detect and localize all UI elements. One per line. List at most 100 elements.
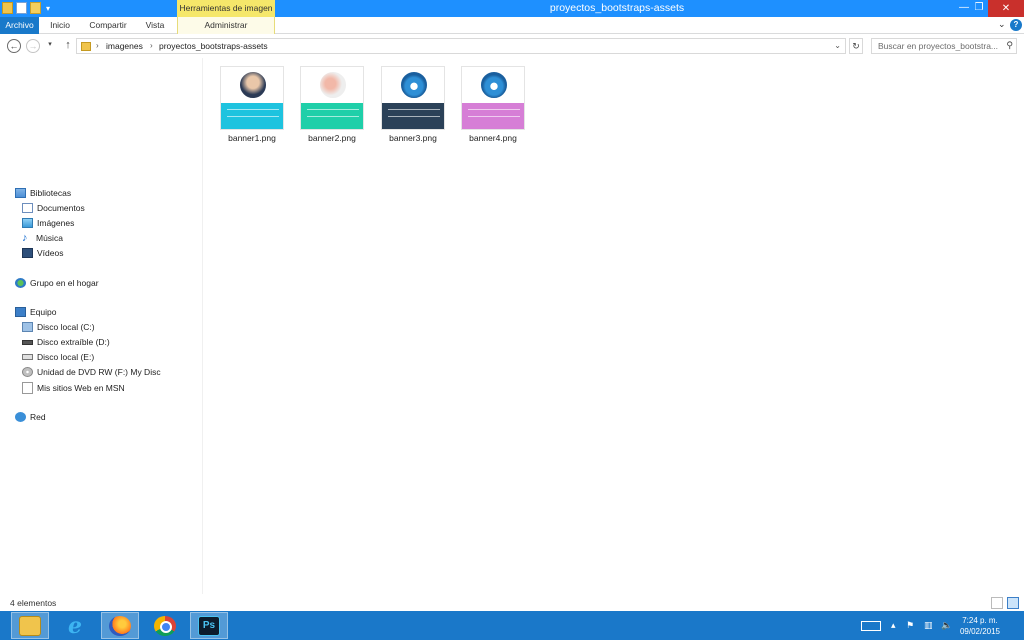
music-icon: ♪ [22,232,28,244]
nav-bibliotecas[interactable]: Bibliotecas [15,188,71,198]
properties-icon[interactable] [16,2,27,14]
dvd-drive-icon [22,367,33,377]
nav-videos[interactable]: Vídeos [22,248,63,258]
close-button[interactable]: ✕ [988,0,1024,17]
action-center-icon[interactable]: ⚑ [906,620,914,631]
firefox-icon [109,615,131,636]
folder-icon[interactable] [2,2,13,14]
image-thumbnail [300,66,364,130]
breadcrumb-separator-icon[interactable]: › [150,41,153,50]
ribbon-tabs: Archivo Inicio Compartir Vista Administr… [0,17,1024,34]
taskbar-photoshop[interactable]: Ps [190,612,228,639]
nav-msn-sites[interactable]: Mis sitios Web en MSN [22,382,125,394]
file-name: banner2.png [308,133,356,143]
search-icon[interactable]: ⚲ [1006,40,1013,51]
nav-label: Vídeos [37,248,64,258]
taskbar-file-explorer[interactable] [11,612,49,639]
folder-icon [81,42,91,51]
refresh-button[interactable]: ↻ [849,38,863,54]
show-hidden-icons-icon[interactable]: ▴ [891,620,896,631]
nav-label: Imágenes [37,218,75,228]
hand-icon [318,70,348,100]
file-item-banner1[interactable]: banner1.png [214,66,290,143]
nav-red[interactable]: Red [15,412,46,422]
address-bar[interactable]: › imagenes › proyectos_bootstraps-assets… [76,38,846,54]
photo-icon [238,70,268,100]
car-icon [399,70,429,100]
image-thumbnail [461,66,525,130]
network-status-icon[interactable]: ▥ [924,620,933,631]
tab-vista[interactable]: Vista [140,17,170,34]
status-bar: 4 elementos [0,595,1024,611]
nav-label: Música [36,233,63,243]
nav-label: Disco extraíble (D:) [37,337,110,347]
breadcrumb-imagenes[interactable]: imagenes [106,41,143,51]
nav-label: Disco local (E:) [37,352,95,362]
file-item-banner2[interactable]: banner2.png [294,66,370,143]
taskbar-chrome[interactable] [146,612,184,639]
tab-administrar[interactable]: Administrar [177,17,275,34]
taskbar-firefox[interactable] [101,612,139,639]
system-clock[interactable]: 7:24 p. m. 09/02/2015 [958,615,1002,637]
nav-label: Unidad de DVD RW (F:) My Disc [37,367,161,377]
help-icon[interactable]: ? [1010,19,1022,31]
customize-toolbar-icon[interactable]: ▾ [46,4,50,13]
quick-access-toolbar: ▾ [2,2,50,14]
tab-archivo[interactable]: Archivo [0,17,39,34]
nav-equipo[interactable]: Equipo [15,307,56,317]
up-button[interactable]: ↑ [61,39,75,53]
file-item-banner4[interactable]: banner4.png [455,66,531,143]
taskbar-internet-explorer[interactable]: e [56,612,94,639]
nav-label: Disco local (C:) [37,322,95,332]
photoshop-icon: Ps [198,615,220,636]
network-icon [15,412,26,422]
documents-icon [22,203,33,213]
new-folder-icon[interactable] [30,2,41,14]
item-count: 4 elementos [10,598,57,608]
address-dropdown-icon[interactable]: ⌄ [834,41,841,50]
navigation-row: ← → ▾ ↑ › imagenes › proyectos_bootstrap… [0,35,1024,57]
tab-inicio[interactable]: Inicio [44,17,76,34]
details-view-icon[interactable] [991,597,1003,609]
forward-button[interactable]: → [26,39,40,53]
file-list: banner1.png banner2.png banner3.png bann… [204,58,1024,594]
pictures-icon [22,218,33,228]
nav-disco-e[interactable]: Disco local (E:) [22,352,94,362]
videos-icon [22,248,33,258]
taskbar: e Ps ▴ ⚑ ▥ 🔈 7:24 p. m. 09/02/2015 [0,611,1024,640]
breadcrumb-separator-icon[interactable]: › [96,41,99,50]
hard-drive-icon [22,354,33,360]
nav-imagenes[interactable]: Imágenes [22,218,74,228]
recent-locations-button[interactable]: ▾ [45,39,55,53]
back-button[interactable]: ← [7,39,21,53]
nav-disco-c[interactable]: Disco local (C:) [22,322,95,332]
search-input[interactable]: Buscar en proyectos_bootstra... ⚲ [871,38,1017,54]
expand-ribbon-icon[interactable]: ⌄ [998,19,1006,30]
homegroup-icon [15,278,26,288]
nav-documentos[interactable]: Documentos [22,203,85,213]
window-title: proyectos_bootstraps-assets [549,2,685,14]
nav-grupo-hogar[interactable]: Grupo en el hogar [15,278,99,288]
navigation-pane: Bibliotecas Documentos Imágenes ♪ Música… [0,58,203,594]
file-name: banner3.png [389,133,437,143]
clock-time: 7:24 p. m. [962,616,998,625]
tab-compartir[interactable]: Compartir [84,17,132,34]
libraries-icon [15,188,26,198]
volume-icon[interactable]: 🔈 [941,620,952,631]
nav-label: Mis sitios Web en MSN [37,383,125,393]
title-bar: ▾ Herramientas de imagen proyectos_boots… [0,0,1024,17]
computer-icon [15,307,26,317]
breadcrumb-current-folder[interactable]: proyectos_bootstraps-assets [159,41,268,51]
nav-label: Bibliotecas [30,188,72,198]
large-icons-view-icon[interactable] [1007,597,1019,609]
removable-drive-icon [22,339,33,345]
nav-disco-d[interactable]: Disco extraíble (D:) [22,337,110,347]
file-item-banner3[interactable]: banner3.png [375,66,451,143]
nav-label: Grupo en el hogar [30,278,99,288]
car-icon [479,70,509,100]
web-folder-icon [22,382,33,394]
nav-musica[interactable]: ♪ Música [22,232,63,244]
touch-keyboard-icon[interactable] [861,621,881,631]
nav-dvd-f[interactable]: Unidad de DVD RW (F:) My Disc [22,367,161,377]
image-thumbnail [381,66,445,130]
